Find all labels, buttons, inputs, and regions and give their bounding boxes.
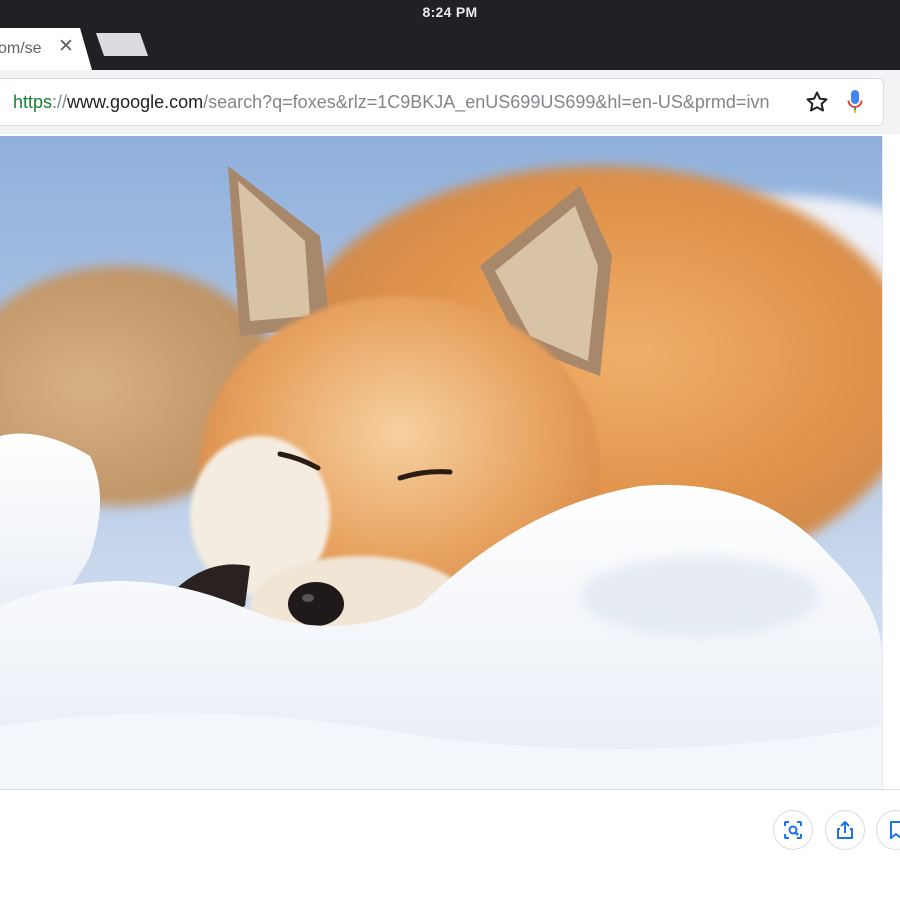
result-image[interactable]	[0, 136, 882, 789]
tab-title: om/se	[0, 40, 42, 57]
url-host: www.google.com	[67, 92, 204, 112]
microphone-icon[interactable]	[847, 89, 863, 115]
tab-strip: om/se ✕	[0, 24, 900, 70]
share-icon	[837, 821, 853, 839]
url-separator: ://	[52, 92, 68, 112]
address-bar[interactable]: https://www.google.com/search?q=foxes&rl…	[0, 78, 884, 126]
star-icon[interactable]	[805, 90, 829, 114]
tab-active[interactable]: om/se ✕	[0, 28, 92, 70]
status-time: 8:24 PM	[422, 4, 478, 20]
new-tab-button[interactable]	[96, 33, 148, 56]
save-button[interactable]	[876, 810, 900, 850]
status-bar: 8:24 PM	[0, 0, 900, 24]
fox-photo	[0, 136, 882, 789]
url-text[interactable]: https://www.google.com/search?q=foxes&rl…	[13, 92, 785, 113]
close-icon[interactable]: ✕	[58, 37, 74, 56]
lens-icon	[784, 821, 802, 839]
share-button[interactable]	[825, 810, 865, 850]
image-edge	[882, 136, 883, 789]
url-scheme: https	[13, 92, 53, 112]
lens-button[interactable]	[773, 810, 813, 850]
divider	[0, 789, 900, 790]
url-path: /search?q=foxes&rlz=1C9BKJA_enUS699US699…	[203, 92, 770, 112]
bookmark-icon	[890, 821, 900, 839]
